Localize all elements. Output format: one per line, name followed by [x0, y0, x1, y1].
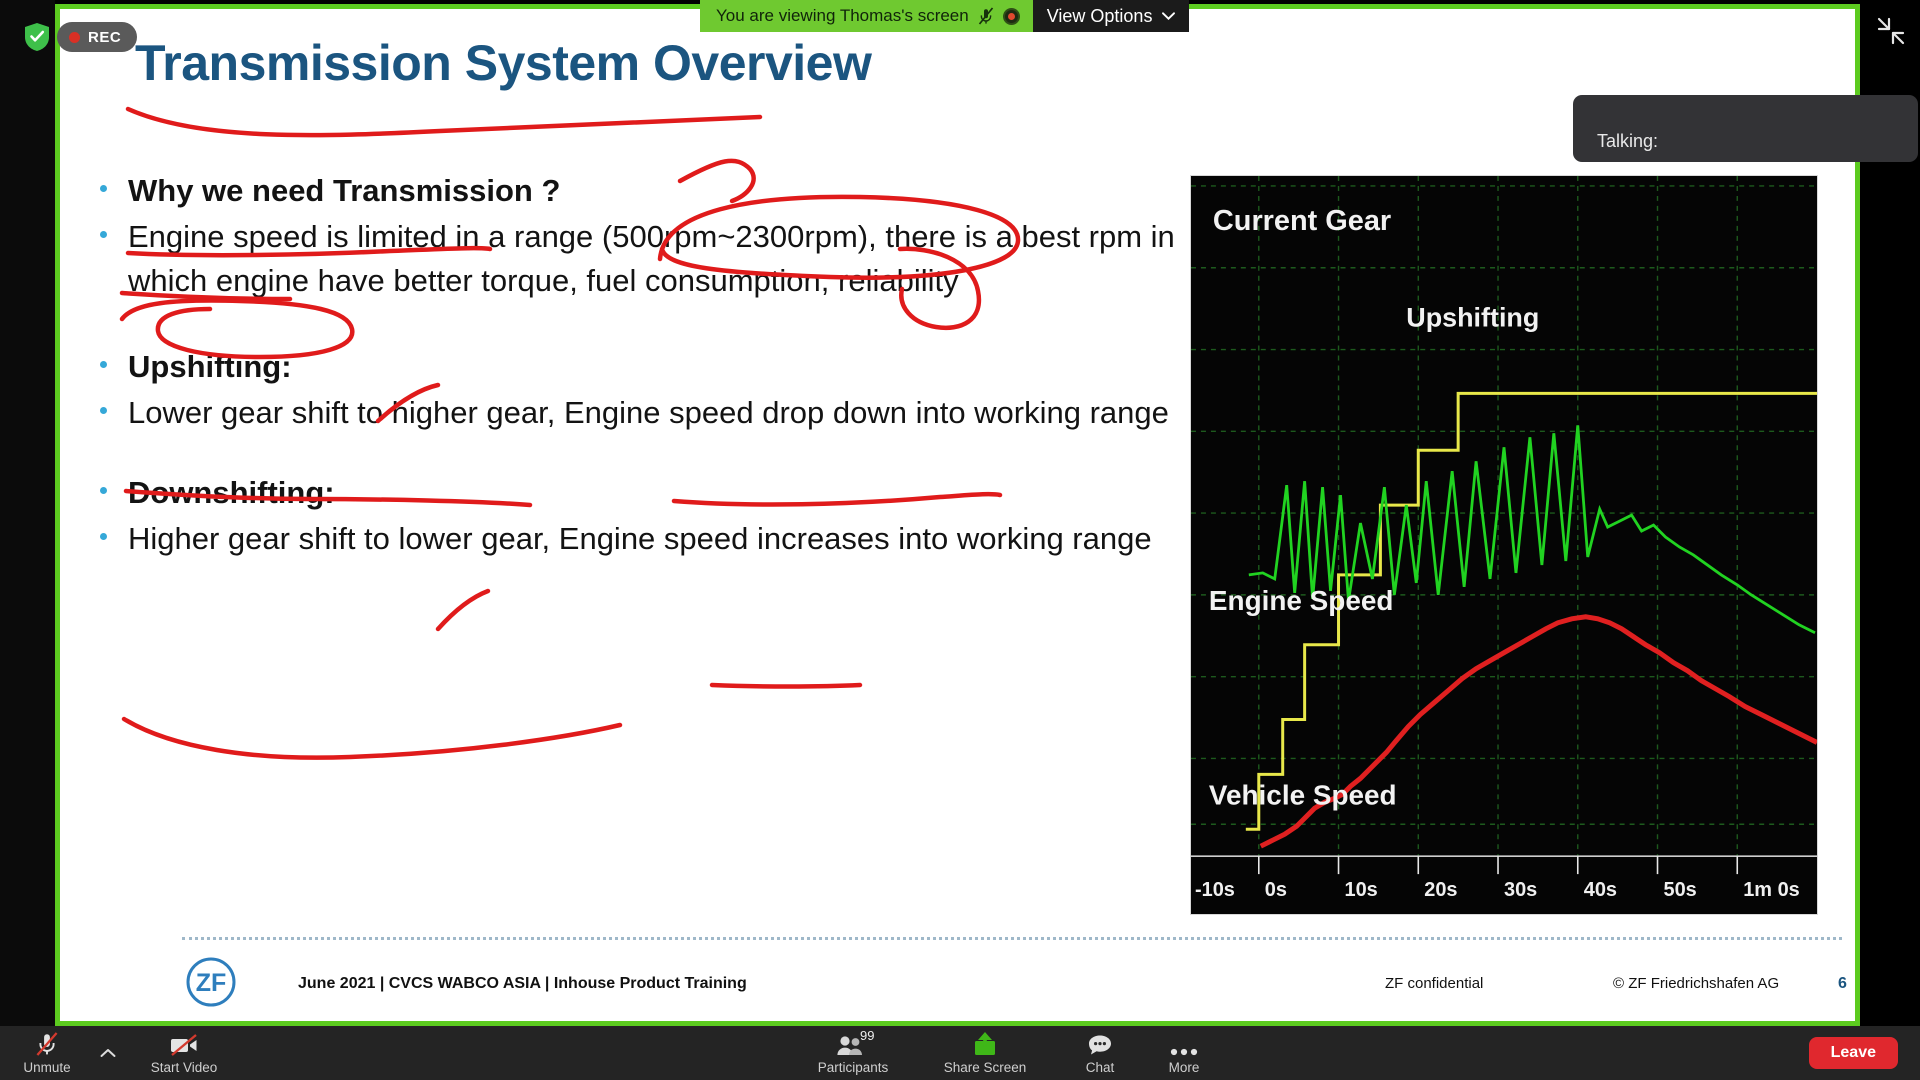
svg-text:Upshifting: Upshifting — [1406, 303, 1539, 333]
security-shield-icon[interactable] — [24, 22, 50, 52]
more-button[interactable]: More — [1150, 1026, 1218, 1080]
transmission-telemetry-chart: Current Gear Upshifting Engine Speed Veh… — [1190, 175, 1818, 915]
svg-text:Current Gear: Current Gear — [1213, 205, 1391, 237]
svg-text:ZF: ZF — [196, 969, 227, 997]
svg-text:Vehicle Speed: Vehicle Speed — [1209, 779, 1397, 810]
viewing-screen-text: You are viewing Thomas's screen — [716, 6, 969, 25]
start-video-button[interactable]: Start Video — [140, 1026, 228, 1080]
zf-logo: ZF — [186, 957, 236, 1007]
ellipsis-icon — [1169, 1031, 1199, 1057]
list-item: Upshifting: — [100, 345, 1220, 389]
svg-text:30s: 30s — [1504, 879, 1537, 901]
list-item: Why we need Transmission ? — [100, 169, 1220, 213]
share-screen-button[interactable]: Share Screen — [930, 1026, 1040, 1080]
svg-text:-10s: -10s — [1195, 879, 1235, 901]
more-label: More — [1168, 1060, 1200, 1075]
footer-copyright: © ZF Friedrichshafen AG — [1613, 975, 1780, 992]
meeting-toolbar: Unmute Start Video 99 Participants Share… — [0, 1026, 1920, 1080]
bullet-text: Engine speed is limited in a range (500r… — [128, 219, 1175, 298]
chat-label: Chat — [1085, 1060, 1115, 1075]
audio-options-button[interactable] — [92, 1026, 124, 1080]
svg-text:50s: 50s — [1663, 879, 1696, 901]
bullet-text: Lower gear shift to higher gear, Engine … — [128, 395, 1169, 430]
record-dot-icon — [69, 31, 80, 43]
list-item: Engine speed is limited in a range (500r… — [100, 215, 1220, 303]
bullet-dot-icon — [100, 471, 128, 494]
view-options-label: View Options — [1046, 5, 1153, 26]
svg-text:10s: 10s — [1345, 879, 1378, 901]
share-screen-icon — [972, 1031, 998, 1057]
exit-fullscreen-icon[interactable] — [1876, 16, 1906, 46]
footer-meta-left: June 2021 | CVCS WABCO ASIA | Inhouse Pr… — [298, 975, 747, 992]
page-title: Transmission System Overview — [135, 35, 872, 91]
video-off-icon — [169, 1031, 199, 1057]
bullet-dot-icon — [100, 169, 128, 192]
unmute-label: Unmute — [23, 1060, 71, 1075]
bullet-text: Upshifting: — [128, 349, 292, 384]
footer-confidential: ZF confidential — [1385, 975, 1484, 992]
bullet-text: Higher gear shift to lower gear, Engine … — [128, 521, 1152, 556]
participants-count-badge: 99 — [860, 1028, 875, 1043]
leave-button[interactable]: Leave — [1808, 1037, 1898, 1069]
svg-text:Engine Speed: Engine Speed — [1209, 585, 1393, 616]
svg-text:20s: 20s — [1424, 879, 1457, 901]
participants-label: Participants — [817, 1060, 889, 1075]
chevron-down-icon — [1162, 12, 1176, 20]
recording-label: REC — [88, 28, 122, 46]
svg-text:0s: 0s — [1265, 879, 1287, 901]
microphone-muted-icon — [978, 7, 993, 25]
talking-label: Talking: — [1597, 131, 1659, 151]
talking-overlay: Talking: — [1573, 95, 1918, 162]
bullet-dot-icon — [100, 391, 128, 414]
view-options-button[interactable]: View Options — [1032, 0, 1190, 32]
viewing-banner: You are viewing Thomas's screen View Opt… — [700, 0, 1190, 32]
left-gutter — [0, 0, 55, 1026]
list-item: Lower gear shift to higher gear, Engine … — [100, 391, 1220, 435]
unmute-button[interactable]: Unmute — [12, 1026, 82, 1080]
bullet-text: Why we need Transmission ? — [128, 173, 561, 208]
chat-bubble-icon — [1087, 1031, 1113, 1057]
chat-button[interactable]: Chat — [1065, 1026, 1135, 1080]
footer-divider — [182, 937, 1842, 940]
zoom-meeting-window: Transmission System Overview Why we need… — [0, 0, 1920, 1080]
microphone-muted-icon — [34, 1031, 60, 1057]
svg-text:1m 0s: 1m 0s — [1743, 879, 1800, 901]
start-video-label: Start Video — [150, 1060, 218, 1075]
svg-text:40s: 40s — [1584, 879, 1617, 901]
viewing-screen-label: You are viewing Thomas's screen — [700, 0, 1033, 32]
participants-button[interactable]: 99 Participants — [805, 1026, 901, 1080]
share-screen-label: Share Screen — [943, 1060, 1027, 1075]
footer-page-number: 6 — [1838, 975, 1847, 992]
bullet-dot-icon — [100, 345, 128, 368]
list-item: Downshifting: — [100, 471, 1220, 515]
list-item: Higher gear shift to lower gear, Engine … — [100, 517, 1220, 561]
slide-bullet-list: Why we need Transmission ? Engine speed … — [100, 169, 1220, 563]
recording-badge[interactable]: REC — [57, 22, 138, 52]
recording-indicator-icon — [1002, 7, 1020, 25]
bullet-text: Downshifting: — [128, 475, 335, 510]
bullet-dot-icon — [100, 215, 128, 238]
bullet-dot-icon — [100, 517, 128, 540]
chevron-up-icon — [100, 1049, 116, 1057]
